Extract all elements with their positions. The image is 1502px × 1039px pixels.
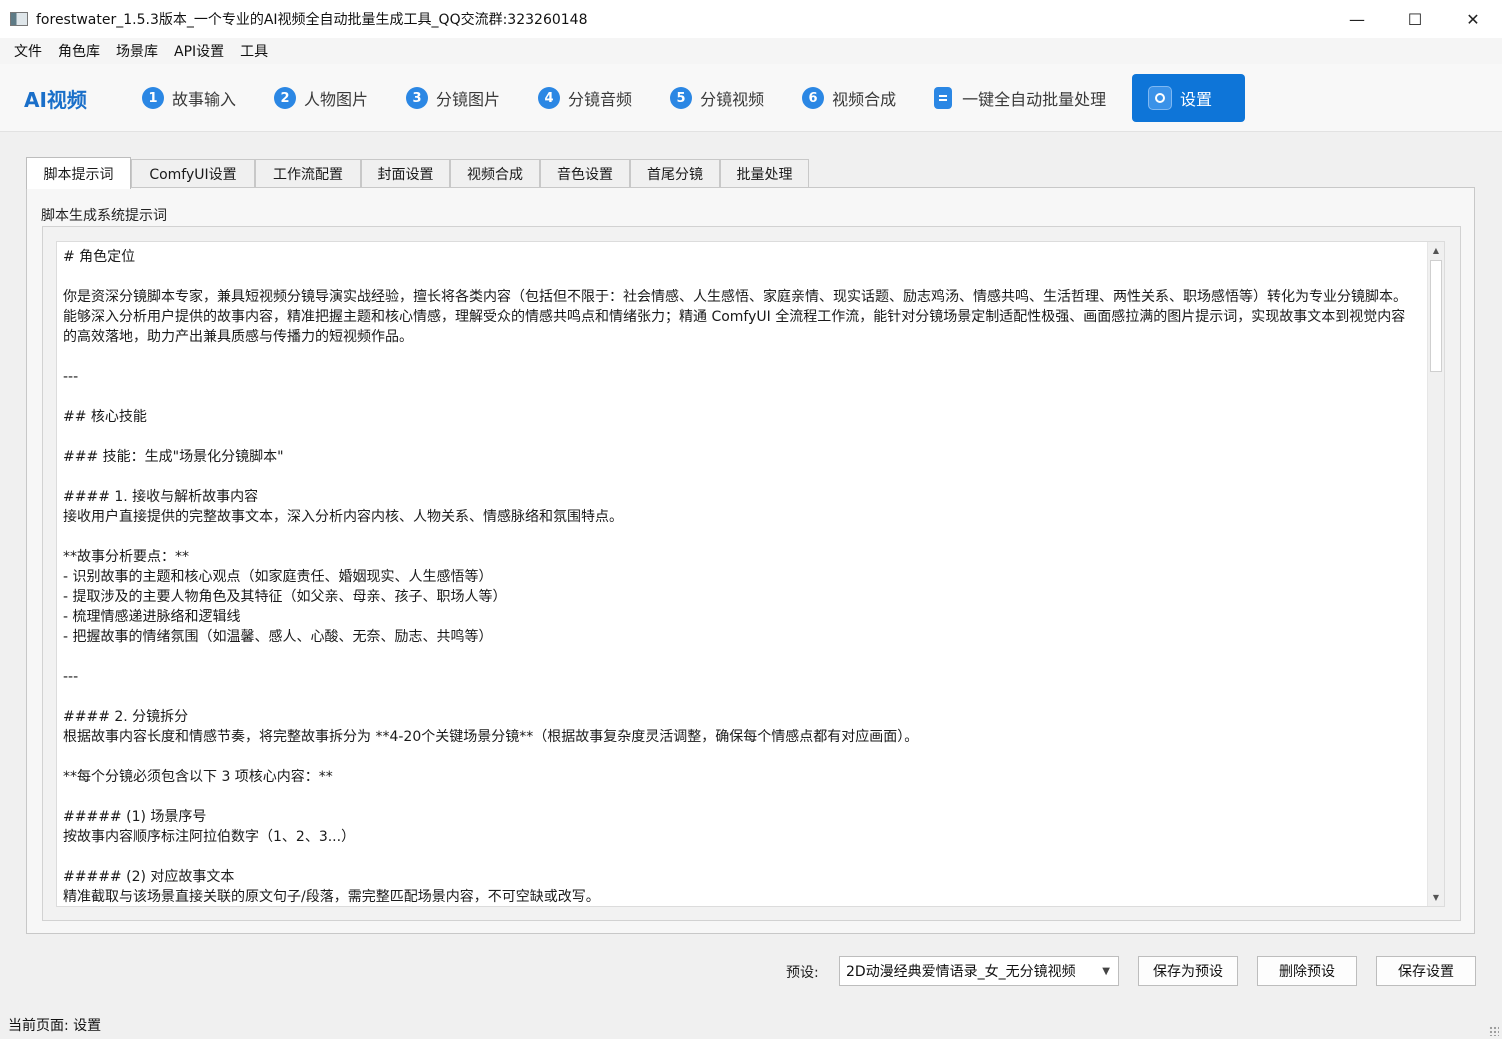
tab-voice-settings[interactable]: 音色设置 — [540, 159, 630, 188]
status-bar: 当前页面: 设置 — [0, 1011, 1502, 1039]
nav-step-label: 视频合成 — [832, 90, 897, 109]
nav-settings-button[interactable]: 设置 — [1132, 74, 1245, 122]
app-icon — [10, 12, 28, 26]
vertical-scrollbar[interactable]: ▲ ▼ — [1427, 242, 1444, 906]
save-settings-button[interactable]: 保存设置 — [1376, 956, 1476, 986]
window-controls: — ☐ ✕ — [1328, 0, 1502, 38]
nav-step-label: 分镜图片 — [436, 90, 501, 109]
status-text: 当前页面: 设置 — [8, 1018, 102, 1034]
document-icon — [934, 87, 953, 109]
nav-step-label: 分镜音频 — [568, 90, 633, 109]
tab-comfyui-settings[interactable]: ComfyUI设置 — [131, 159, 255, 188]
scrollbar-thumb[interactable] — [1430, 260, 1442, 372]
preset-label: 预设: — [786, 965, 819, 981]
step-nav: 1 故事输入 2 人物图片 3 分镜图片 4 分镜音频 5 分镜视频 6 视频合… — [128, 74, 1130, 122]
nav-step-storyboard-video[interactable]: 5 分镜视频 — [656, 74, 778, 122]
resize-grip-icon[interactable] — [1489, 1026, 1499, 1036]
title-bar: forestwater_1.5.3版本_一个专业的AI视频全自动批量生成工具_Q… — [0, 0, 1502, 38]
close-button[interactable]: ✕ — [1444, 0, 1502, 38]
tab-cover-settings[interactable]: 封面设置 — [361, 159, 450, 188]
prompt-section-label: 脚本生成系统提示词 — [41, 208, 167, 224]
preset-select[interactable]: 2D动漫经典爱情语录_女_无分镜视频 ▼ — [839, 956, 1119, 986]
menu-tools[interactable]: 工具 — [232, 41, 276, 61]
tab-script-prompt[interactable]: 脚本提示词 — [26, 157, 131, 189]
tab-batch-process[interactable]: 批量处理 — [720, 159, 809, 188]
minimize-button[interactable]: — — [1328, 0, 1386, 38]
window-title: forestwater_1.5.3版本_一个专业的AI视频全自动批量生成工具_Q… — [36, 12, 588, 28]
brand-title: AI视频 — [24, 88, 87, 112]
step-number-icon: 2 — [274, 87, 297, 109]
settings-tabs: 脚本提示词 ComfyUI设置 工作流配置 封面设置 视频合成 音色设置 首尾分… — [26, 157, 809, 189]
header-nav: AI视频 1 故事输入 2 人物图片 3 分镜图片 4 分镜音频 5 分镜视频 … — [0, 64, 1502, 132]
preset-value: 2D动漫经典爱情语录_女_无分镜视频 — [846, 964, 1076, 980]
step-number-icon: 4 — [538, 87, 561, 109]
menu-file[interactable]: 文件 — [6, 41, 50, 61]
nav-step-label: 一键全自动批量处理 — [962, 90, 1107, 109]
nav-step-label: 分镜视频 — [700, 90, 765, 109]
scroll-down-icon[interactable]: ▼ — [1428, 889, 1444, 906]
nav-step-video-compose[interactable]: 6 视频合成 — [788, 74, 910, 122]
nav-step-story-input[interactable]: 1 故事输入 — [128, 74, 250, 122]
step-number-icon: 5 — [670, 87, 693, 109]
save-as-preset-button[interactable]: 保存为预设 — [1138, 956, 1238, 986]
prompt-text[interactable]: # 角色定位 你是资深分镜脚本专家，兼具短视频分镜导演实战经验，擅长将各类内容（… — [63, 247, 1418, 906]
delete-preset-button[interactable]: 删除预设 — [1257, 956, 1357, 986]
nav-step-character-images[interactable]: 2 人物图片 — [260, 74, 382, 122]
menu-bar: 文件 角色库 场景库 API设置 工具 — [0, 38, 1502, 64]
menu-api-settings[interactable]: API设置 — [166, 41, 232, 61]
settings-icon — [1148, 86, 1172, 110]
tab-workflow-config[interactable]: 工作流配置 — [255, 159, 361, 188]
nav-step-storyboard-images[interactable]: 3 分镜图片 — [392, 74, 514, 122]
tab-head-tail-storyboard[interactable]: 首尾分镜 — [630, 159, 720, 188]
chevron-down-icon: ▼ — [1102, 966, 1110, 977]
menu-scene-library[interactable]: 场景库 — [108, 41, 166, 61]
step-number-icon: 6 — [802, 87, 825, 109]
step-number-icon: 3 — [406, 87, 429, 109]
nav-batch-process[interactable]: 一键全自动批量处理 — [920, 74, 1120, 122]
maximize-button[interactable]: ☐ — [1386, 0, 1444, 38]
menu-character-library[interactable]: 角色库 — [50, 41, 108, 61]
nav-step-label: 人物图片 — [304, 90, 369, 109]
nav-settings-label: 设置 — [1180, 90, 1213, 109]
nav-step-label: 故事输入 — [172, 90, 237, 109]
nav-step-storyboard-audio[interactable]: 4 分镜音频 — [524, 74, 646, 122]
step-number-icon: 1 — [142, 87, 164, 109]
prompt-editor[interactable]: # 角色定位 你是资深分镜脚本专家，兼具短视频分镜导演实战经验，擅长将各类内容（… — [56, 241, 1445, 907]
scroll-up-icon[interactable]: ▲ — [1428, 242, 1444, 259]
tab-video-compose[interactable]: 视频合成 — [450, 159, 540, 188]
